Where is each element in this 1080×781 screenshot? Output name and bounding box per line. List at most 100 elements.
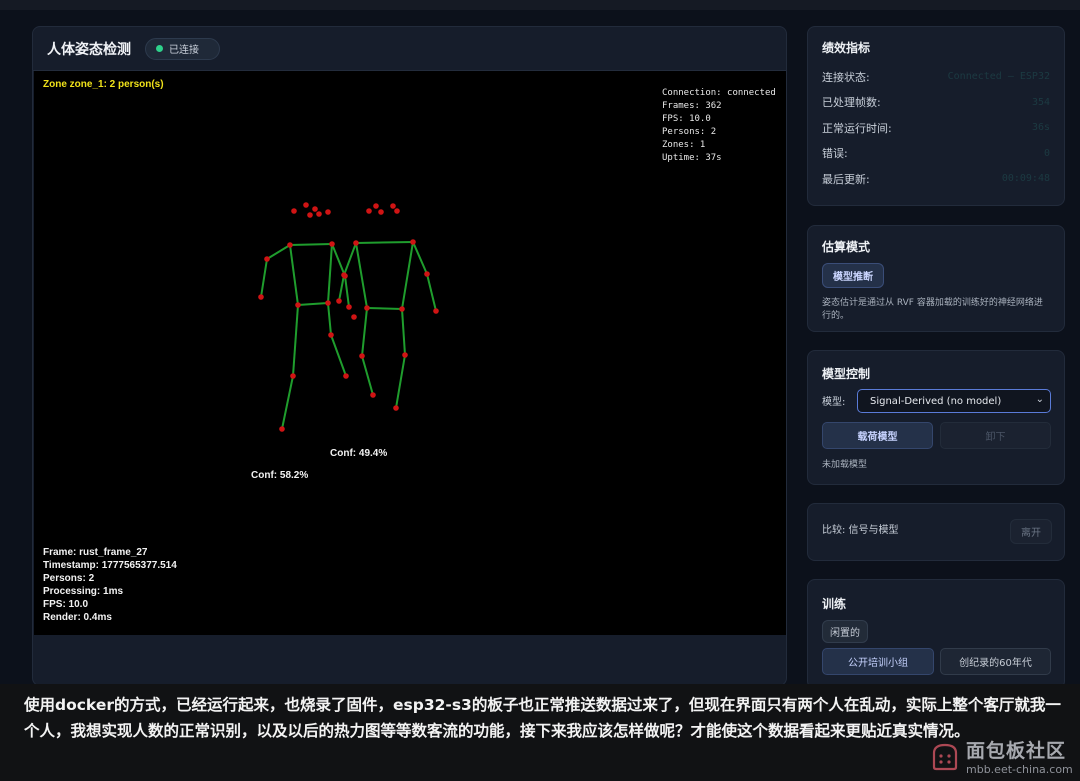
joint [312, 206, 318, 212]
bone [412, 241, 428, 275]
connection-status-badge: 已连接 [145, 37, 220, 60]
joint [351, 314, 357, 320]
estimation-title: 估算模式 [822, 240, 871, 254]
bone [344, 275, 350, 308]
joint [329, 241, 335, 247]
stat-line: FPS: 10.0 [43, 599, 89, 610]
joint [364, 305, 370, 311]
open-training-panel-button[interactable]: 公开培训小组 [822, 648, 934, 675]
stat-line: Persons: 2 [43, 573, 95, 584]
watermark-title: 面包板社区 [966, 740, 1067, 762]
training-card: 训练 闲置的 公开培训小组 创纪录的60年代 [807, 579, 1065, 689]
stat-line: Processing: 1ms [43, 586, 124, 597]
joint [287, 242, 293, 248]
bone [297, 302, 329, 306]
compare-card: 比较: 信号与模型 离开 [807, 503, 1065, 561]
unload-model-button[interactable]: 卸下 [940, 422, 1051, 449]
bone [327, 243, 333, 304]
status-dot-icon [156, 45, 163, 52]
bone [289, 244, 299, 306]
bone [331, 243, 346, 277]
bone [260, 258, 268, 298]
joint [279, 426, 285, 432]
joint [341, 272, 347, 278]
chevron-down-icon: ⌄ [1035, 394, 1044, 405]
joint [336, 298, 342, 304]
metric-value: Connected — ESP32 [947, 71, 1050, 83]
bone [355, 241, 414, 244]
bone [289, 243, 333, 246]
joint [359, 353, 365, 359]
metric-value: 36s [1031, 122, 1050, 134]
bone [292, 304, 299, 377]
metric-value: 0 [1043, 147, 1050, 159]
watermark: 面包板社区 mbb.eet-china.com [928, 736, 1073, 776]
estimation-mode-card: 估算模式 模型推断 姿态估计是通过从 RVF 容器加载的训练好的神经网络进行的。 [807, 225, 1065, 332]
joint [290, 373, 296, 379]
metric-row: 最后更新: 00:09:48 [822, 166, 1050, 192]
pose-canvas[interactable]: Zone zone_1: 2 person(s) Connection: con… [34, 71, 786, 635]
metric-label: 已处理帧数: [822, 96, 881, 110]
conf-label-person-2: Conf: 49.4% [330, 448, 387, 459]
joint [343, 373, 349, 379]
estimation-mode-chip[interactable]: 模型推断 [822, 263, 884, 288]
panel-header: 人体姿态检测 已连接 [33, 27, 786, 71]
metrics-card: 绩效指标 连接状态: Connected — ESP32 已处理帧数: 354 … [807, 26, 1065, 206]
joints [258, 202, 439, 432]
joint [399, 306, 405, 312]
person-skeleton-1 [260, 243, 350, 430]
estimation-description: 姿态估计是通过从 RVF 容器加载的训练好的神经网络进行的。 [822, 298, 1043, 321]
joint [366, 208, 372, 214]
joint [295, 302, 301, 308]
frame-stats-overlay: Frame: rust_frame_27 Timestamp: 17775653… [43, 546, 177, 624]
load-model-button[interactable]: 载荷模型 [822, 422, 933, 449]
joint [393, 405, 399, 411]
metric-row: 正常运行时间: 36s [822, 115, 1050, 141]
joint [353, 240, 359, 246]
joint [424, 271, 430, 277]
joint [264, 256, 270, 262]
joint [433, 308, 439, 314]
stat-line: Frame: rust_frame_27 [43, 547, 148, 558]
joint [291, 208, 297, 214]
bone [366, 307, 403, 310]
metric-row: 错误: 0 [822, 141, 1050, 167]
bone [395, 354, 406, 409]
model-control-card: 模型控制 模型: Signal-Derived (no model) ⌄ 载荷模… [807, 350, 1065, 485]
joint [258, 294, 264, 300]
caption-band: 使用docker的方式，已经运行起来，也烧录了固件，esp32-s3的板子也正常… [0, 684, 1080, 781]
metrics-title: 绩效指标 [822, 41, 871, 55]
bone [266, 244, 291, 260]
bone [343, 242, 357, 276]
person-skeleton-2 [338, 241, 437, 409]
panel-title: 人体姿态检测 [47, 41, 131, 58]
metric-row: 连接状态: Connected — ESP32 [822, 64, 1050, 90]
bone [361, 355, 374, 396]
bone [426, 273, 437, 312]
joint [373, 203, 379, 209]
bone [355, 242, 368, 309]
caption-text: 使用docker的方式，已经运行起来，也烧录了固件，esp32-s3的板子也正常… [24, 696, 1061, 740]
compare-label: 比较: 信号与模型 [822, 525, 899, 536]
stat-line: Timestamp: 1777565377.514 [43, 560, 177, 571]
compare-toggle[interactable]: 离开 [1010, 519, 1052, 544]
joint [378, 209, 384, 215]
metric-value: 00:09:48 [1001, 173, 1050, 185]
metric-label: 连接状态: [822, 70, 870, 84]
model-select[interactable]: Signal-Derived (no model) ⌄ [857, 389, 1051, 413]
metric-value: 354 [1031, 96, 1050, 108]
record-60s-button[interactable]: 创纪录的60年代 [940, 648, 1051, 675]
pose-detection-panel: 人体姿态检测 已连接 Zone zone_1: 2 person(s) Conn… [32, 26, 787, 686]
joint [325, 209, 331, 215]
watermark-url: mbb.eet-china.com [966, 763, 1073, 776]
metric-row: 已处理帧数: 354 [822, 90, 1050, 116]
model-status: 未加载模型 [822, 460, 868, 470]
bone [338, 274, 345, 302]
joint [394, 208, 400, 214]
metric-label: 错误: [822, 147, 848, 161]
joint [390, 203, 396, 209]
bread-logo-icon [932, 743, 958, 771]
joint [307, 212, 313, 218]
bone [401, 241, 414, 310]
model-select-value: Signal-Derived (no model) [870, 395, 1002, 407]
